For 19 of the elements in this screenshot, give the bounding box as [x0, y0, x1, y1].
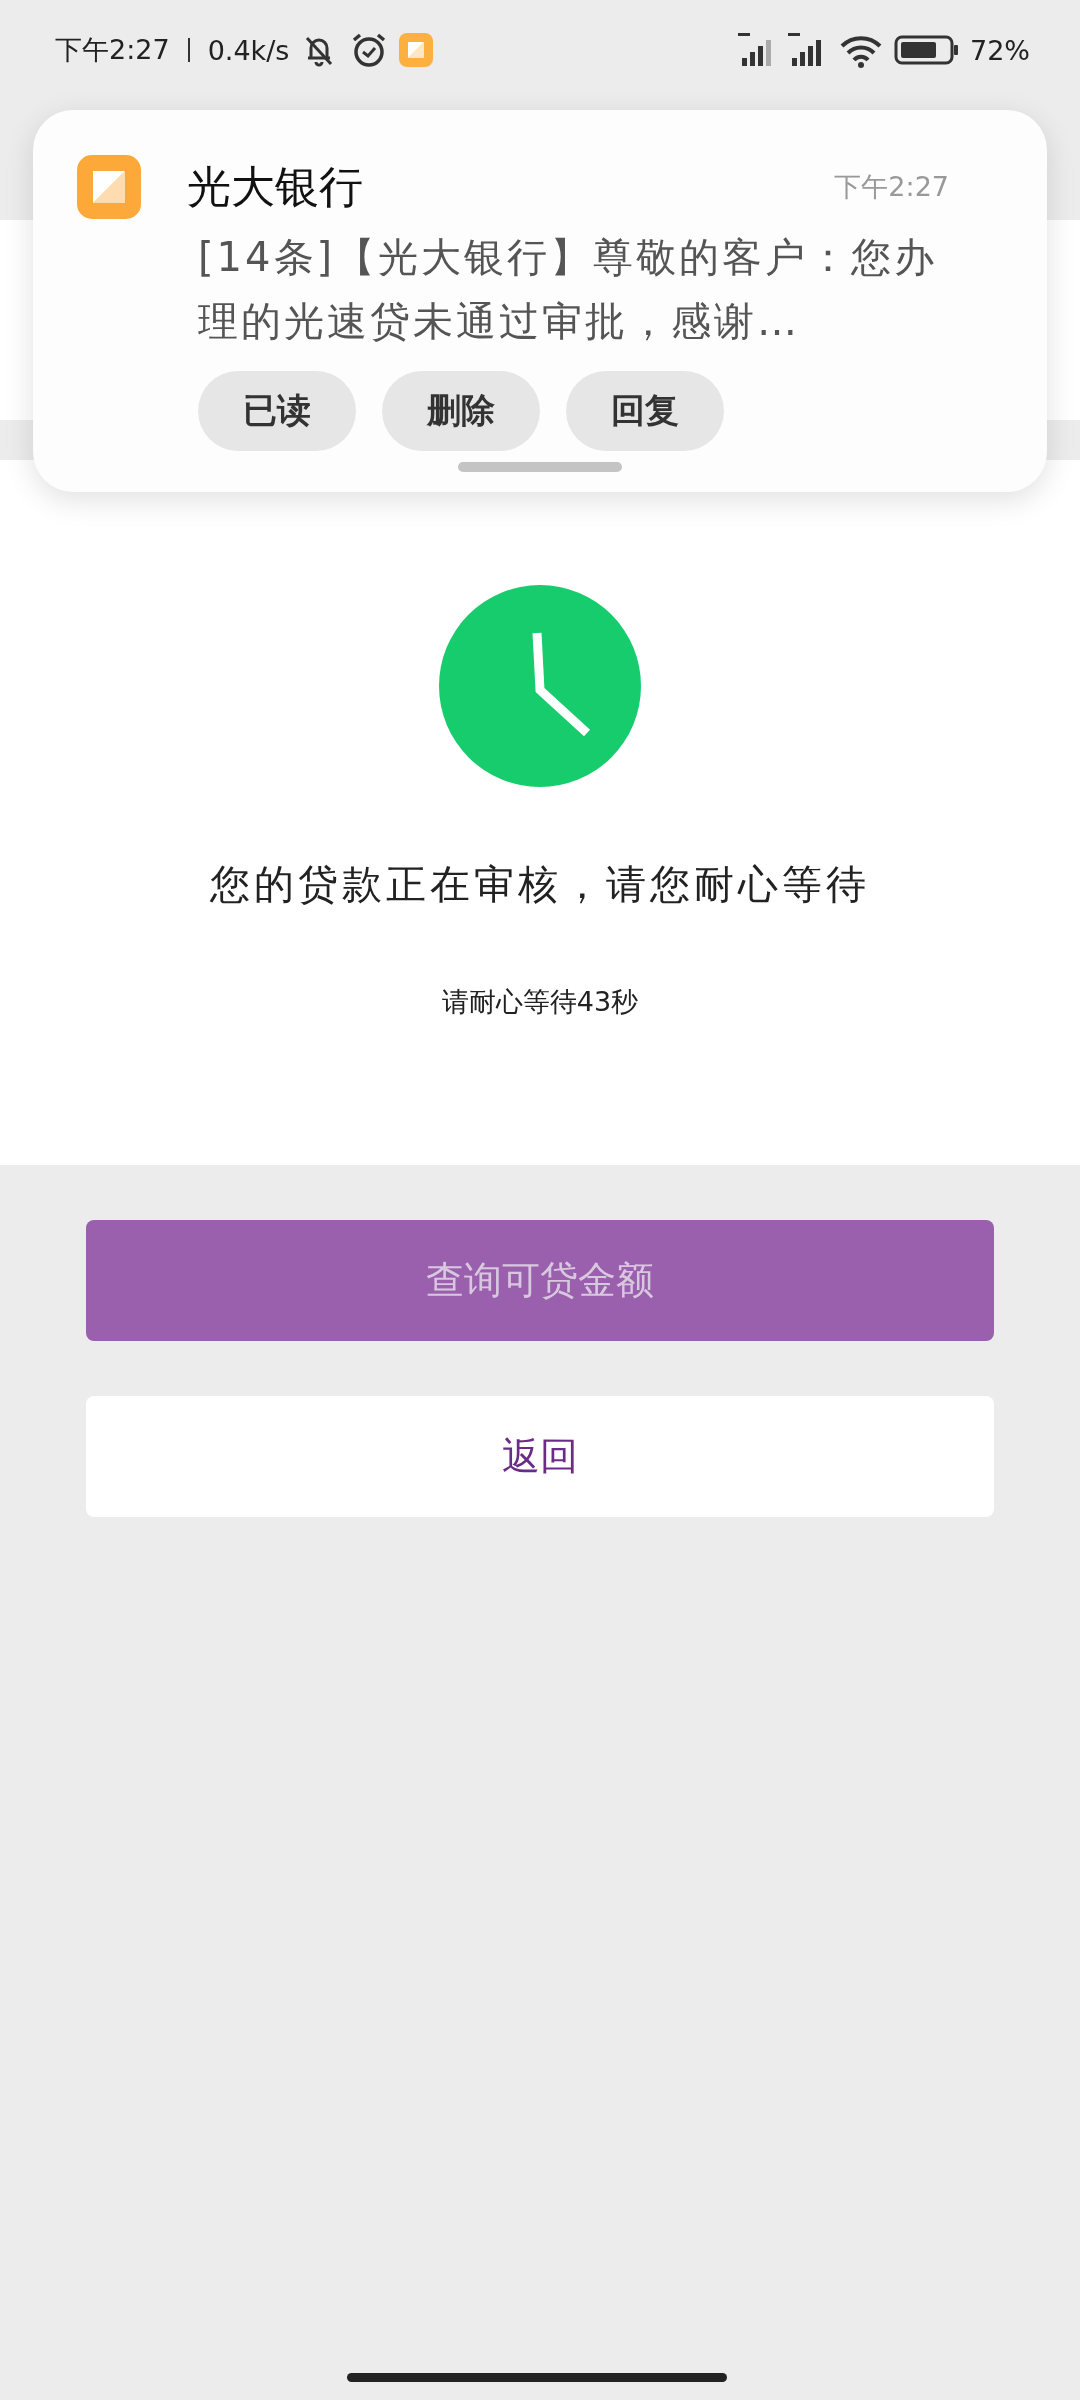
- countdown-text: 请耐心等待43秒: [441, 985, 639, 1019]
- app-icon: [77, 155, 141, 219]
- battery-level: 72%: [970, 34, 1030, 66]
- app-icon: [399, 33, 434, 67]
- clock-icon: [439, 585, 641, 787]
- action-button[interactable]: 删除: [382, 371, 540, 451]
- action-button[interactable]: 已读: [198, 371, 356, 451]
- back-button[interactable]: 返回: [86, 1396, 994, 1517]
- app-name: 光大银行: [187, 159, 364, 214]
- status-message: 您的贷款正在审核，请您耐心等待: [210, 860, 870, 909]
- action-button[interactable]: 回复: [566, 371, 724, 451]
- notification-message: [14条]【光大银行】尊敬的客户：您办理的光速贷未通过审批，感谢…: [198, 233, 938, 346]
- home-indicator[interactable]: [347, 2373, 727, 2382]
- battery-icon: [894, 34, 960, 66]
- status-time: 下午2:27: [55, 33, 170, 67]
- drag-handle[interactable]: [458, 462, 622, 472]
- notification-card[interactable]: 光大银行 下午2:27 [14条]【光大银行】尊敬的客户：您办理的光速贷未通过审批，感谢… 已读 删除 回复: [33, 110, 1047, 492]
- notification-time: 下午2:27: [834, 170, 949, 204]
- network-speed: 0.4k/s: [207, 34, 290, 66]
